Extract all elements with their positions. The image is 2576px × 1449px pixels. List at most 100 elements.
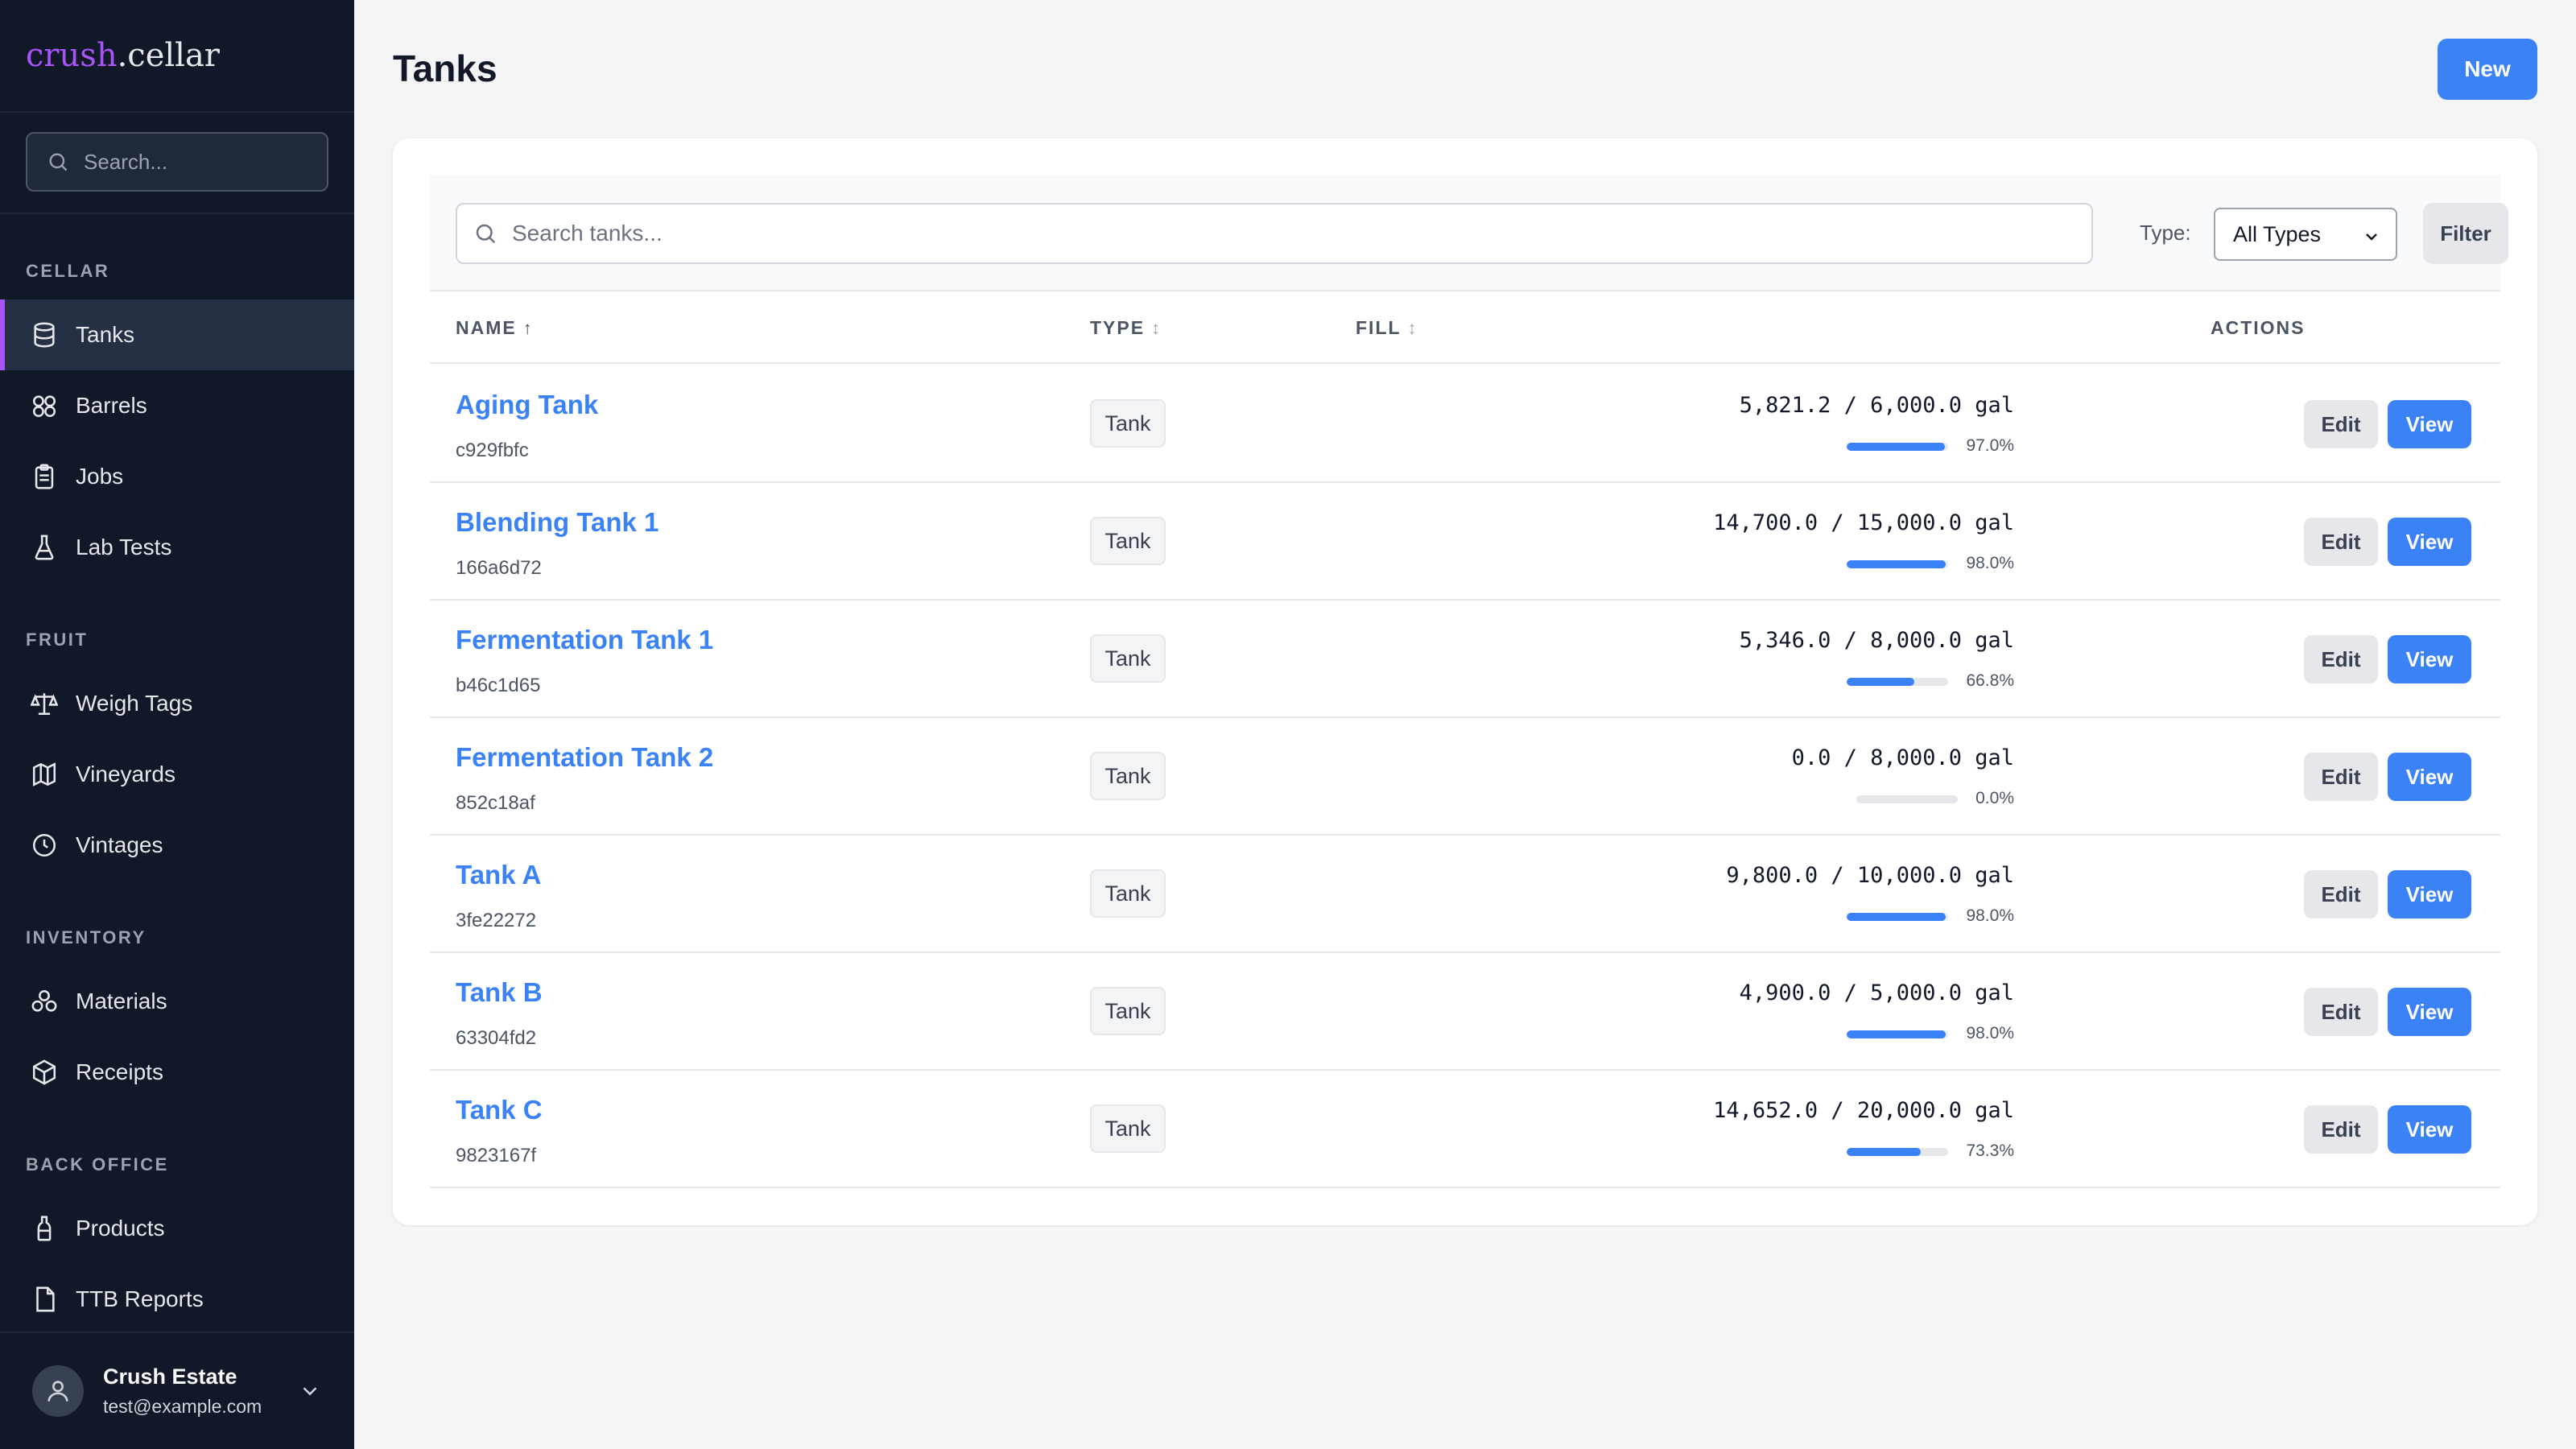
search-icon — [49, 153, 68, 171]
view-button[interactable]: View — [2388, 518, 2471, 566]
view-button[interactable]: View — [2388, 635, 2471, 683]
type-badge: Tank — [1090, 399, 1166, 448]
sidebar-item-label: Lab Tests — [76, 535, 172, 559]
fill-volume: 14,652.0 / 20,000.0 gal — [1713, 1098, 2014, 1123]
column-label: NAME — [456, 317, 517, 338]
fill-progress-bar — [1847, 443, 1948, 451]
sidebar-item-label: Receipts — [76, 1059, 163, 1084]
table-row[interactable]: Fermentation Tank 2 852c18af Tank 0.0 / 8,0… — [430, 718, 2500, 836]
edit-button[interactable]: Edit — [2304, 753, 2378, 801]
barrels-icon — [32, 395, 56, 418]
edit-button[interactable]: Edit — [2304, 518, 2378, 566]
sidebar-item-vineyards[interactable]: Vineyards — [0, 739, 354, 810]
sidebar-item-barrels[interactable]: Barrels — [0, 370, 354, 441]
fill-progress-value — [1847, 678, 1915, 686]
tank-name-link[interactable]: Fermentation Tank 1 — [456, 625, 713, 655]
table-row[interactable]: Tank A 3fe22272 Tank 9,800.0 / 10,000.0 gal… — [430, 836, 2500, 953]
sort-icon: ↕ — [1151, 318, 1161, 338]
user-menu[interactable]: Crush Estate test@example.com — [0, 1331, 354, 1449]
sidebar-item-products[interactable]: Products — [0, 1193, 354, 1264]
fill-percent: 98.0% — [1966, 906, 2014, 925]
sidebar-item-materials[interactable]: Materials — [0, 966, 354, 1037]
brand-name-part1: crush — [26, 37, 118, 74]
table-header: NAME ↑ TYPE ↕ FILL ↕ ACTIONS — [430, 291, 2500, 364]
sidebar-item-label: TTB Reports — [76, 1286, 204, 1311]
sidebar-item-lab-tests[interactable]: Lab Tests — [0, 512, 354, 583]
sidebar-item-label: Tanks — [76, 322, 135, 347]
tank-id: 3fe22272 — [456, 910, 537, 931]
table-row[interactable]: Fermentation Tank 1 b46c1d65 Tank 5,346.0 /… — [430, 601, 2500, 718]
fill-progress-value — [1847, 1148, 1922, 1156]
tank-search-input[interactable]: Search tanks... — [456, 203, 2093, 264]
sidebar-search-input[interactable]: Search... — [26, 132, 328, 192]
table-row[interactable]: Aging Tank c929fbfc Tank 5,821.2 / 6,000.0 … — [430, 365, 2500, 483]
fill-volume: 14,700.0 / 15,000.0 gal — [1713, 510, 2014, 535]
view-button[interactable]: View — [2388, 988, 2471, 1036]
sidebar-item-tanks[interactable]: Tanks — [0, 299, 354, 370]
fill-percent: 98.0% — [1966, 1024, 2014, 1042]
fill-progress-bar — [1847, 1148, 1948, 1156]
fill-percent: 98.0% — [1966, 554, 2014, 572]
avatar — [32, 1365, 84, 1417]
column-label: FILL — [1356, 317, 1402, 338]
view-button[interactable]: View — [2388, 400, 2471, 448]
sidebar-item-label: Products — [76, 1216, 165, 1241]
fill-volume: 5,346.0 / 8,000.0 gal — [1739, 628, 2014, 653]
type-badge: Tank — [1090, 869, 1166, 918]
edit-button[interactable]: Edit — [2304, 400, 2378, 448]
fill-progress-value — [1847, 913, 1946, 921]
edit-button[interactable]: Edit — [2304, 870, 2378, 919]
sidebar-item-vintages[interactable]: Vintages — [0, 810, 354, 881]
fill-progress-bar — [1847, 678, 1948, 686]
view-button[interactable]: View — [2388, 1105, 2471, 1154]
box-icon — [32, 1059, 56, 1085]
sidebar-item-weigh-tags[interactable]: Weigh Tags — [0, 668, 354, 739]
sidebar-search-placeholder: Search... — [84, 149, 168, 174]
type-badge: Tank — [1090, 987, 1166, 1035]
tank-name-link[interactable]: Tank C — [456, 1095, 543, 1125]
sidebar-item-label: Materials — [76, 989, 167, 1013]
user-name: Crush Estate — [103, 1364, 237, 1389]
tank-name-link[interactable]: Aging Tank — [456, 390, 598, 420]
sidebar-item-ttb-reports[interactable]: TTB Reports — [0, 1264, 354, 1335]
fill-percent: 0.0% — [1975, 789, 2014, 807]
report-icon — [36, 1286, 55, 1312]
map-icon — [32, 762, 56, 786]
view-button[interactable]: View — [2388, 870, 2471, 919]
edit-button[interactable]: Edit — [2304, 635, 2378, 683]
user-email: test@example.com — [103, 1396, 262, 1417]
filter-button[interactable]: Filter — [2423, 203, 2508, 264]
view-button[interactable]: View — [2388, 753, 2471, 801]
sidebar: crush .cellar Search... CELLAR Tanks Barr… — [0, 0, 354, 1449]
table-row[interactable]: Tank B 63304fd2 Tank 4,900.0 / 5,000.0 gal 9… — [430, 953, 2500, 1071]
brand-logo[interactable]: crush .cellar — [0, 0, 354, 113]
tank-id: 852c18af — [456, 792, 535, 814]
bottle-icon — [37, 1216, 52, 1241]
brand-name-part2: .cellar — [117, 37, 220, 74]
tank-name-link[interactable]: Blending Tank 1 — [456, 507, 658, 538]
new-button[interactable]: New — [2438, 39, 2537, 100]
chevron-down-icon[interactable] — [298, 1379, 322, 1403]
fill-progress-value — [1847, 1030, 1946, 1038]
edit-button[interactable]: Edit — [2304, 1105, 2378, 1154]
clipboard-icon — [35, 464, 54, 489]
column-header-name[interactable]: NAME ↑ — [456, 317, 532, 339]
sidebar-item-jobs[interactable]: Jobs — [0, 441, 354, 512]
table-row[interactable]: Blending Tank 1 166a6d72 Tank 14,700.0 / 15… — [430, 483, 2500, 601]
fill-volume: 5,821.2 / 6,000.0 gal — [1739, 393, 2014, 418]
tank-name-link[interactable]: Tank B — [456, 977, 543, 1008]
sidebar-item-label: Weigh Tags — [76, 691, 193, 716]
column-header-type[interactable]: TYPE ↕ — [1090, 317, 1160, 339]
tanks-card: Search tanks... Type: All Types Filter N… — [393, 138, 2537, 1225]
chevron-down-icon — [2366, 233, 2377, 241]
type-badge: Tank — [1090, 752, 1166, 800]
table-row[interactable]: Tank C 9823167f Tank 14,652.0 / 20,000.0 ga… — [430, 1071, 2500, 1188]
edit-button[interactable]: Edit — [2304, 988, 2378, 1036]
sidebar-item-receipts[interactable]: Receipts — [0, 1037, 354, 1108]
type-select[interactable]: All Types — [2214, 208, 2397, 261]
tank-name-link[interactable]: Fermentation Tank 2 — [456, 742, 713, 773]
tank-name-link[interactable]: Tank A — [456, 860, 541, 890]
column-header-fill[interactable]: FILL ↕ — [1356, 317, 1417, 339]
type-label: Type: — [2140, 221, 2191, 245]
fill-volume: 4,900.0 / 5,000.0 gal — [1739, 980, 2014, 1005]
